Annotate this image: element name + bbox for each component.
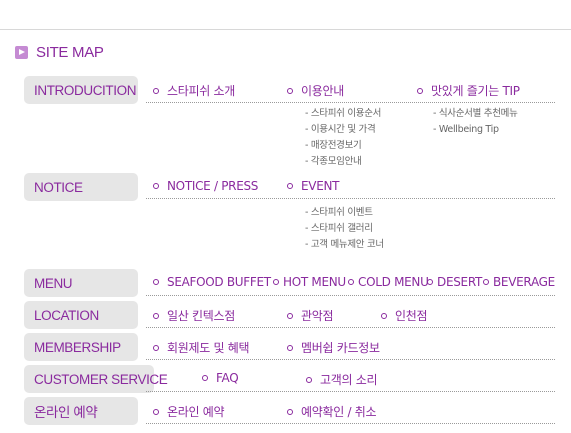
link-starfish-intro[interactable]: 스타피쉬 소개 bbox=[153, 82, 235, 99]
sublink-starfish-gallery[interactable]: 스타피쉬 갤러리 bbox=[305, 221, 373, 237]
link-usage-guide[interactable]: 이용안내 bbox=[287, 82, 344, 99]
link-membership-card[interactable]: 멤버쉽 카드정보 bbox=[287, 339, 380, 356]
sublink-menu-suggestion[interactable]: 고객 메뉴제안 코너 bbox=[305, 237, 384, 253]
link-member-benefits[interactable]: 회원제도 및 혜택 bbox=[153, 339, 250, 356]
category-menu[interactable]: MENU bbox=[24, 269, 138, 297]
dotted-divider bbox=[146, 198, 555, 199]
circle-bullet-icon bbox=[306, 376, 312, 383]
link-desert[interactable]: DESERT bbox=[427, 275, 482, 289]
sublink-starfish-event[interactable]: 스타피쉬 이벤트 bbox=[305, 205, 373, 221]
category-customer-service[interactable]: CUSTOMER SERVICE bbox=[24, 365, 168, 393]
dotted-divider bbox=[146, 295, 555, 296]
circle-bullet-icon bbox=[153, 183, 159, 189]
dotted-divider bbox=[146, 102, 555, 103]
circle-bullet-icon bbox=[287, 183, 293, 189]
category-location[interactable]: LOCATION bbox=[24, 301, 138, 329]
circle-bullet-icon bbox=[153, 87, 159, 94]
category-introduction[interactable]: INTRODUCITION bbox=[24, 76, 138, 104]
link-online-reservation[interactable]: 온라인 예약 bbox=[153, 403, 225, 420]
circle-bullet-icon bbox=[483, 279, 489, 285]
dotted-divider bbox=[146, 423, 555, 424]
sublink-hours-price[interactable]: 이용시간 및 가격 bbox=[305, 122, 376, 138]
link-reservation-check-cancel[interactable]: 예약확인 / 취소 bbox=[287, 403, 377, 420]
category-membership[interactable]: MEMBERSHIP bbox=[24, 333, 138, 361]
circle-bullet-icon bbox=[381, 312, 387, 319]
sublink-wellbeing-tip[interactable]: Wellbeing Tip bbox=[433, 122, 499, 138]
sublink-usage-order[interactable]: 스타피쉬 이용순서 bbox=[305, 106, 382, 122]
circle-bullet-icon bbox=[153, 344, 159, 351]
dotted-divider bbox=[146, 327, 555, 328]
circle-bullet-icon bbox=[427, 279, 433, 285]
page-title-text: SITE MAP bbox=[36, 44, 104, 61]
sublink-group-info[interactable]: 각종모임안내 bbox=[305, 154, 362, 170]
circle-bullet-icon bbox=[287, 408, 293, 415]
link-notice-press[interactable]: NOTICE / PRESS bbox=[153, 179, 258, 193]
circle-bullet-icon bbox=[287, 87, 293, 94]
link-event[interactable]: EVENT bbox=[287, 179, 339, 193]
circle-bullet-icon bbox=[348, 279, 354, 285]
circle-bullet-icon bbox=[153, 312, 159, 319]
circle-bullet-icon bbox=[287, 312, 293, 319]
circle-bullet-icon bbox=[287, 344, 293, 351]
circle-bullet-icon bbox=[153, 408, 159, 415]
link-faq[interactable]: FAQ bbox=[202, 371, 239, 385]
page-title: SITE MAP bbox=[15, 44, 104, 61]
link-seafood-buffet[interactable]: SEAFOOD BUFFET bbox=[153, 275, 271, 289]
link-beverage[interactable]: BEVERAGE bbox=[483, 275, 555, 289]
sublink-store-view[interactable]: 매장전경보기 bbox=[305, 138, 362, 154]
circle-bullet-icon bbox=[202, 375, 208, 381]
link-cold-menu[interactable]: COLD MENU bbox=[348, 275, 429, 289]
dotted-divider bbox=[146, 391, 555, 392]
link-ilsan-kintex[interactable]: 일산 킨텍스점 bbox=[153, 307, 235, 324]
sublink-recommended-menu[interactable]: 식사순서별 추천메뉴 bbox=[433, 106, 518, 122]
circle-bullet-icon bbox=[273, 279, 279, 285]
top-divider bbox=[0, 29, 571, 30]
category-notice[interactable]: NOTICE bbox=[24, 173, 138, 201]
category-online-reservation[interactable]: 온라인 예약 bbox=[24, 397, 138, 425]
link-customer-voice[interactable]: 고객의 소리 bbox=[306, 371, 378, 388]
dotted-divider bbox=[146, 359, 555, 360]
circle-bullet-icon bbox=[417, 87, 423, 94]
link-gwanak[interactable]: 관악점 bbox=[287, 307, 334, 324]
link-tasty-tip[interactable]: 맛있게 즐기는 TIP bbox=[417, 82, 520, 99]
link-hot-menu[interactable]: HOT MENU bbox=[273, 275, 346, 289]
play-arrow-icon bbox=[15, 46, 28, 59]
circle-bullet-icon bbox=[153, 279, 159, 285]
link-incheon[interactable]: 인천점 bbox=[381, 307, 428, 324]
